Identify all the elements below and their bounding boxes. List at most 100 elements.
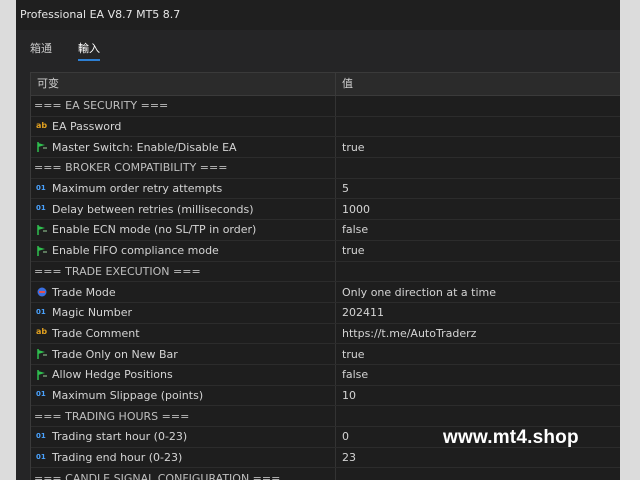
parameter-name-cell: Allow Hedge Positions [31, 364, 336, 385]
watermark-text: www.mt4.shop [443, 427, 579, 448]
tab-common[interactable]: 箱通 [30, 40, 52, 59]
parameter-name-cell: Enable FIFO compliance mode [31, 240, 336, 261]
parameter-name-cell: === TRADING HOURS === [31, 406, 336, 426]
parameter-name: Maximum Slippage (points) [52, 388, 204, 402]
bool-type-icon [36, 369, 48, 381]
parameter-value: 5 [342, 182, 349, 196]
parameter-value: https://t.me/AutoTraderz [342, 326, 477, 340]
parameter-value-cell[interactable]: false [336, 365, 368, 385]
parameter-name-cell: Maximum order retry attempts [31, 178, 336, 199]
parameter-value: 10 [342, 388, 356, 402]
parameter-name: === TRADING HOURS === [34, 409, 190, 423]
parameter-value-cell[interactable]: true [336, 241, 365, 261]
parameter-row[interactable]: Trade Comment https://t.me/AutoTraderz [31, 323, 620, 345]
parameter-row[interactable]: Maximum Slippage (points) 10 [31, 385, 620, 407]
integer-type-icon [36, 203, 48, 215]
integer-type-icon [36, 307, 48, 319]
enum-type-icon [36, 286, 48, 298]
parameter-name: Trade Only on New Bar [52, 347, 178, 361]
section-header-row[interactable]: === EA SECURITY === [31, 96, 620, 117]
parameter-value-cell [336, 158, 342, 178]
parameter-name-cell: Master Switch: Enable/Disable EA [31, 137, 336, 158]
parameter-name-cell: Enable ECN mode (no SL/TP in order) [31, 220, 336, 240]
parameter-name-cell: Trading start hour (0-23) [31, 427, 336, 447]
parameter-name: === BROKER COMPATIBILITY === [34, 161, 228, 175]
parameter-row[interactable]: Magic Number 202411 [31, 302, 620, 324]
parameter-name-cell: === EA SECURITY === [31, 96, 336, 116]
parameter-name: === EA SECURITY === [34, 99, 169, 113]
parameter-value: true [342, 140, 365, 154]
parameter-value-cell [336, 406, 342, 426]
parameter-value-cell [336, 468, 342, 480]
section-header-row[interactable]: === BROKER COMPATIBILITY === [31, 158, 620, 179]
parameter-name-cell: EA Password [31, 116, 336, 137]
parameter-name: Enable FIFO compliance mode [52, 244, 219, 258]
parameter-name: Allow Hedge Positions [52, 368, 173, 382]
inputs-grid: 可变 值 === EA SECURITY === EA Password Maste… [30, 72, 620, 480]
parameter-value-cell[interactable]: 23 [336, 448, 356, 468]
parameter-value-cell[interactable]: 0 [336, 427, 349, 447]
parameter-row[interactable]: Trade Mode Only one direction at a time [31, 282, 620, 303]
parameter-value: Only one direction at a time [342, 285, 496, 299]
parameter-row[interactable]: Maximum order retry attempts 5 [31, 178, 620, 200]
parameter-name: === TRADE EXECUTION === [34, 264, 201, 278]
parameter-name: Trade Comment [52, 326, 140, 340]
ea-settings-window: Professional EA V8.7 MT5 8.7 箱通 輸入 可变 值 … [16, 0, 620, 480]
parameter-row[interactable]: Master Switch: Enable/Disable EA true [31, 137, 620, 159]
parameter-name: Delay between retries (milliseconds) [52, 202, 254, 216]
integer-type-icon [36, 183, 48, 195]
parameter-value-cell[interactable]: Only one direction at a time [336, 282, 496, 302]
parameter-row[interactable]: EA Password [31, 116, 620, 138]
parameter-name: Master Switch: Enable/Disable EA [52, 140, 237, 154]
tab-inputs[interactable]: 輸入 [78, 40, 100, 61]
parameter-value-cell[interactable]: false [336, 220, 368, 240]
parameter-row[interactable]: Enable ECN mode (no SL/TP in order) false [31, 220, 620, 241]
parameter-value-cell[interactable]: https://t.me/AutoTraderz [336, 324, 476, 344]
parameter-row[interactable]: Delay between retries (milliseconds) 1000 [31, 199, 620, 221]
column-header-variable[interactable]: 可变 [31, 73, 336, 95]
parameter-name-cell: === CANDLE SIGNAL CONFIGURATION === [31, 468, 336, 480]
parameter-name: === CANDLE SIGNAL CONFIGURATION === [34, 471, 281, 480]
parameter-value-cell[interactable]: 202411 [336, 303, 384, 323]
parameter-value: true [342, 347, 365, 361]
parameter-value: true [342, 244, 365, 258]
parameter-value-cell[interactable]: 5 [336, 179, 349, 199]
parameter-name: Trading end hour (0-23) [52, 451, 183, 465]
parameter-name-cell: Magic Number [31, 302, 336, 323]
parameter-value: 202411 [342, 306, 384, 320]
parameter-name: Enable ECN mode (no SL/TP in order) [52, 223, 257, 237]
section-header-row[interactable]: === CANDLE SIGNAL CONFIGURATION === [31, 468, 620, 480]
bool-type-icon [36, 245, 48, 257]
parameter-name: Magic Number [52, 306, 133, 320]
parameter-name-cell: Trade Only on New Bar [31, 344, 336, 364]
parameter-value-cell[interactable] [336, 117, 342, 137]
parameter-row[interactable]: Trading end hour (0-23) 23 [31, 447, 620, 469]
parameter-value-cell[interactable]: 1000 [336, 199, 370, 219]
parameter-value-cell[interactable]: true [336, 344, 365, 364]
parameter-value: 23 [342, 451, 356, 465]
parameter-name-cell: Maximum Slippage (points) [31, 385, 336, 406]
parameter-row[interactable]: Enable FIFO compliance mode true [31, 240, 620, 262]
parameter-name-cell: Delay between retries (milliseconds) [31, 199, 336, 220]
window-title: Professional EA V8.7 MT5 8.7 [16, 0, 620, 30]
parameter-value-cell [336, 96, 342, 116]
grid-header: 可变 值 [31, 73, 620, 96]
parameter-row[interactable]: Allow Hedge Positions false [31, 364, 620, 386]
parameter-name-cell: === BROKER COMPATIBILITY === [31, 158, 336, 178]
parameter-name-cell: === TRADE EXECUTION === [31, 261, 336, 282]
section-header-row[interactable]: === TRADING HOURS === [31, 406, 620, 427]
parameter-value: 1000 [342, 202, 370, 216]
parameter-name: EA Password [52, 120, 122, 134]
bool-type-icon [36, 141, 48, 153]
parameter-value-cell[interactable]: 10 [336, 386, 356, 406]
column-header-value[interactable]: 值 [336, 73, 353, 95]
parameter-value: false [342, 223, 369, 237]
parameter-row[interactable]: Trade Only on New Bar true [31, 344, 620, 365]
string-type-icon [36, 121, 48, 133]
parameter-name: Trading start hour (0-23) [52, 430, 188, 444]
parameter-value-cell[interactable]: true [336, 137, 365, 157]
parameter-name-cell: Trading end hour (0-23) [31, 447, 336, 468]
section-header-row[interactable]: === TRADE EXECUTION === [31, 261, 620, 283]
bool-type-icon [36, 224, 48, 236]
parameter-value: false [342, 368, 369, 382]
